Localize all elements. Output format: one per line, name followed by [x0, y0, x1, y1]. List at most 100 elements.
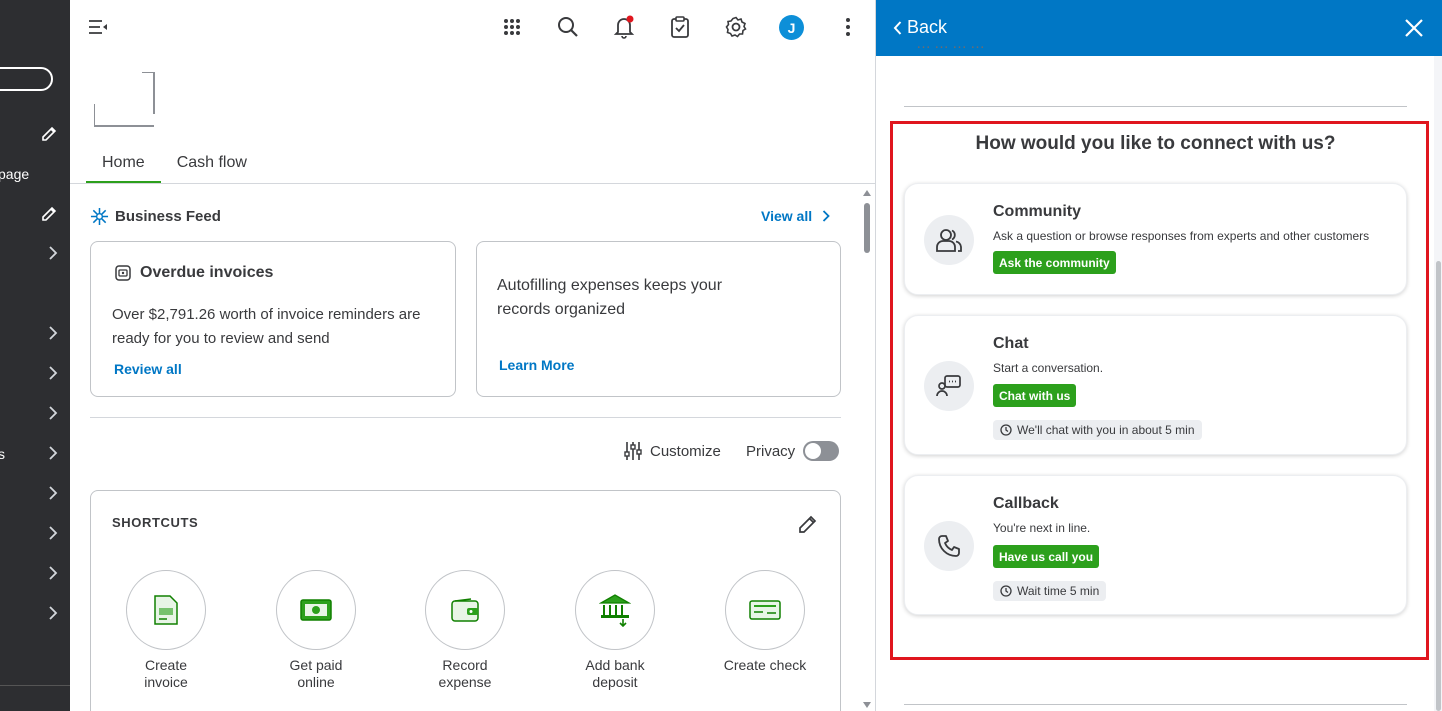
clock-icon: [1000, 424, 1012, 436]
callback-title: Callback: [993, 495, 1059, 512]
shortcut-create-invoice[interactable]: Create invoice: [111, 570, 221, 691]
chat-with-us-button[interactable]: Chat with us: [993, 384, 1077, 407]
callback-option-card: Callback You're next in line. Have us ca…: [904, 475, 1407, 615]
community-icon: [924, 215, 974, 265]
chevron-right-icon[interactable]: [47, 406, 59, 420]
chat-option-card: Chat Start a conversation. Chat with us …: [904, 315, 1407, 455]
chevron-right-icon[interactable]: [47, 566, 59, 580]
app-window: page s J Home Cash flow Business Feed Vi…: [0, 0, 1442, 711]
scroll-up-arrow-icon[interactable]: [863, 190, 871, 196]
shortcuts-card: SHORTCUTS Create invoice Get paid online…: [90, 490, 841, 711]
invoice-icon[interactable]: [126, 570, 206, 650]
review-all-link[interactable]: Review all: [114, 361, 182, 377]
wallet-icon[interactable]: [425, 570, 505, 650]
shortcut-label[interactable]: Create check: [710, 657, 820, 674]
pencil-icon[interactable]: [40, 125, 58, 143]
shortcut-get-paid-online[interactable]: Get paid online: [261, 570, 371, 691]
sidebar-item-label[interactable]: page: [0, 166, 29, 182]
chevron-right-icon[interactable]: [47, 606, 59, 620]
more-vertical-icon[interactable]: [835, 14, 861, 40]
sidebar-create-button[interactable]: [0, 67, 53, 91]
chat-wait-badge: We'll chat with you in about 5 min: [993, 420, 1202, 440]
shortcut-record-expense[interactable]: Record expense: [410, 570, 520, 691]
pencil-icon[interactable]: [40, 205, 58, 223]
ask-community-button[interactable]: Ask the community: [993, 251, 1116, 274]
shortcut-add-bank-deposit[interactable]: Add bank deposit: [560, 570, 670, 691]
main-scroll-thumb[interactable]: [864, 203, 870, 253]
learn-more-link[interactable]: Learn More: [499, 357, 574, 373]
phone-icon: [924, 521, 974, 571]
privacy-toggle-knob: [805, 443, 822, 459]
back-button[interactable]: Back: [893, 17, 947, 38]
user-avatar[interactable]: J: [779, 15, 804, 40]
close-icon[interactable]: [1403, 17, 1425, 39]
panel-scrollbar[interactable]: [1434, 56, 1442, 711]
gear-icon[interactable]: [723, 14, 749, 40]
shortcut-label[interactable]: Get paid online: [261, 657, 371, 691]
cash-icon[interactable]: [276, 570, 356, 650]
community-desc: Ask a question or browse responses from …: [993, 229, 1370, 243]
connect-heading: How would you like to connect with us?: [975, 133, 1336, 154]
overdue-invoices-header: Overdue invoices: [115, 264, 273, 282]
left-nav-sidebar: page s: [0, 0, 70, 711]
view-all-label[interactable]: View all: [761, 208, 812, 224]
bank-icon[interactable]: [575, 570, 655, 650]
clock-icon: [1000, 585, 1012, 597]
clipboard-check-icon[interactable]: [667, 14, 693, 40]
business-feed-title: Business Feed: [115, 208, 221, 225]
sparkle-icon: [90, 207, 109, 226]
back-label[interactable]: Back: [907, 17, 947, 38]
edit-pencil-icon[interactable]: [797, 513, 819, 535]
privacy-toggle[interactable]: [803, 441, 840, 461]
invoice-badge-icon: [115, 265, 131, 281]
notification-bell-icon[interactable]: [611, 14, 637, 40]
shortcuts-title: SHORTCUTS: [112, 515, 199, 530]
community-option-card: Community Ask a question or browse respo…: [904, 183, 1407, 295]
autofill-expenses-card: Autofilling expenses keeps your records …: [476, 241, 841, 397]
shortcut-label[interactable]: Add bank deposit: [560, 657, 670, 691]
sidebar-item-label[interactable]: s: [0, 446, 5, 462]
scroll-down-arrow-icon[interactable]: [863, 702, 871, 708]
chat-title: Chat: [993, 335, 1029, 352]
collapse-menu-icon[interactable]: [85, 14, 111, 40]
privacy-control: Privacy: [746, 441, 840, 461]
chevron-left-icon[interactable]: [893, 20, 902, 35]
search-icon[interactable]: [555, 14, 581, 40]
chevron-right-icon[interactable]: [47, 446, 59, 460]
callback-desc: You're next in line.: [993, 521, 1091, 535]
chat-wait-text: We'll chat with you in about 5 min: [1017, 423, 1195, 437]
panel-divider: [904, 106, 1407, 107]
chevron-right-icon[interactable]: [47, 366, 59, 380]
callback-wait-badge: Wait time 5 min: [993, 581, 1107, 601]
tab-cash-flow[interactable]: Cash flow: [161, 150, 263, 183]
chevron-right-icon[interactable]: [47, 246, 59, 260]
overdue-invoices-title: Overdue invoices: [140, 264, 274, 281]
callback-wait-text: Wait time 5 min: [1017, 584, 1100, 598]
section-divider: [90, 417, 841, 418]
check-icon[interactable]: [725, 570, 805, 650]
shortcut-label[interactable]: Record expense: [410, 657, 520, 691]
shortcut-label[interactable]: Create invoice: [111, 657, 221, 691]
help-panel: Back ………… How would you like to connect …: [875, 0, 1442, 711]
clipped-previous-content: …………: [916, 44, 1036, 58]
have-us-call-button[interactable]: Have us call you: [993, 545, 1100, 568]
customize-label[interactable]: Customize: [650, 443, 721, 460]
shortcut-create-check[interactable]: Create check: [710, 570, 820, 674]
company-logo-placeholder: [94, 72, 155, 127]
tab-home[interactable]: Home: [86, 150, 161, 183]
panel-scroll-thumb[interactable]: [1436, 261, 1441, 711]
main-scrollbar[interactable]: [861, 188, 873, 711]
autofill-expenses-body: Autofilling expenses keeps your records …: [497, 277, 723, 318]
chevron-right-icon[interactable]: [822, 210, 830, 222]
sidebar-divider: [0, 685, 70, 686]
sliders-icon: [624, 442, 642, 460]
view-all-link[interactable]: View all: [761, 208, 830, 224]
chat-icon: [924, 361, 974, 411]
privacy-label: Privacy: [746, 442, 796, 460]
customize-button[interactable]: Customize: [623, 441, 721, 461]
apps-grid-icon[interactable]: [499, 14, 525, 40]
chevron-right-icon[interactable]: [47, 326, 59, 340]
chevron-right-icon[interactable]: [47, 486, 59, 500]
overdue-invoices-body: Over $2,791.26 worth of invoice reminder…: [112, 306, 421, 347]
chevron-right-icon[interactable]: [47, 526, 59, 540]
